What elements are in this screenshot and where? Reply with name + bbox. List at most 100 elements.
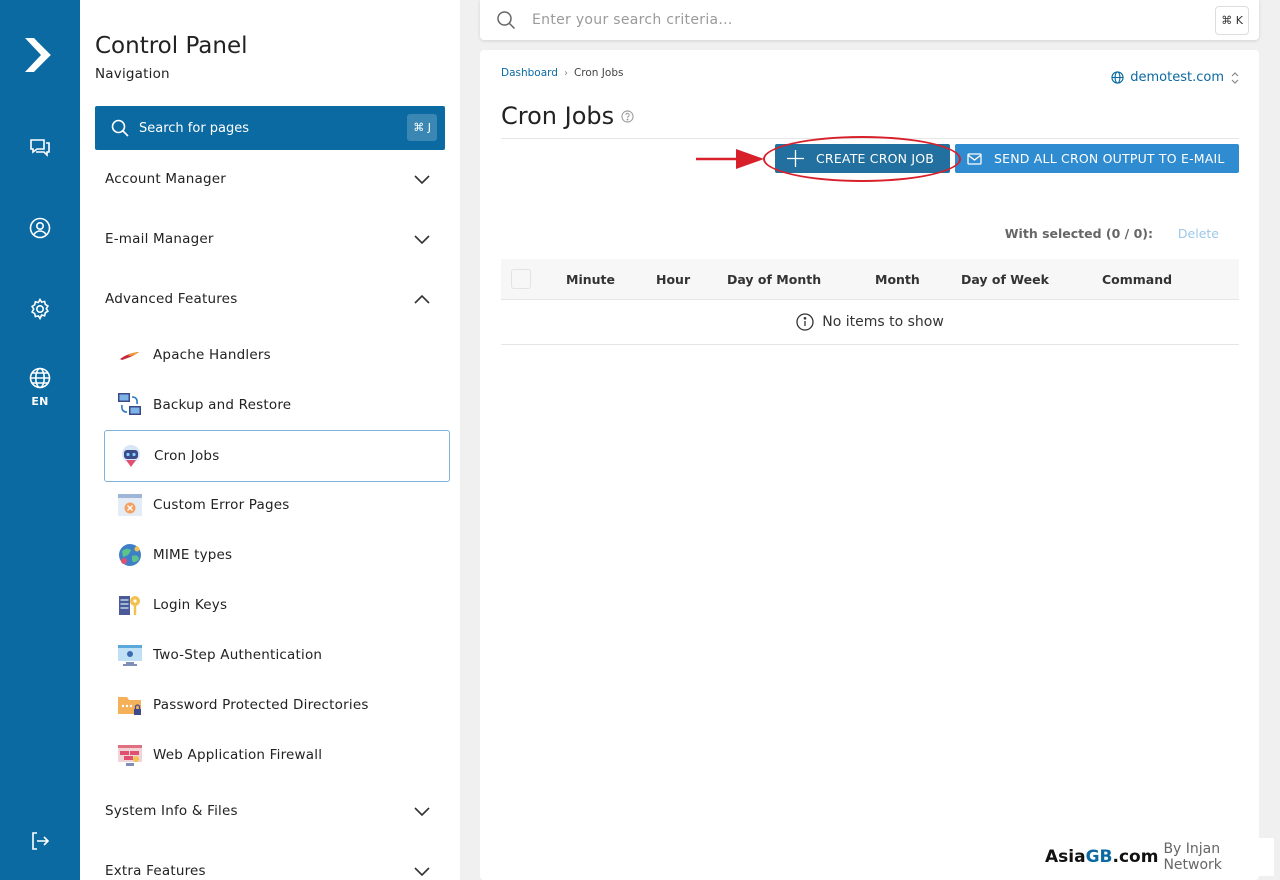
nav-item-label: Two-Step Authentication	[153, 647, 323, 663]
two-step-auth-icon	[117, 642, 143, 668]
nav-item-label: Web Application Firewall	[153, 747, 323, 763]
page-title: Cron Jobs	[501, 102, 615, 130]
nav-item-cron-jobs[interactable]: Cron Jobs	[104, 430, 450, 482]
chevron-up-icon	[414, 294, 430, 304]
nav-item-apache-handlers[interactable]: Apache Handlers	[104, 329, 450, 381]
info-icon	[796, 313, 814, 331]
domain-name: demotest.com	[1130, 70, 1224, 85]
envelope-icon	[967, 152, 982, 165]
watermark-part-1: Asia	[1045, 847, 1086, 867]
send-cron-output-label: SEND ALL CRON OUTPUT TO E-MAIL	[994, 151, 1225, 166]
shortcut-badge: ⌘ K	[1215, 6, 1249, 35]
section-email-manager[interactable]: E-mail Manager	[95, 219, 440, 259]
send-cron-output-button[interactable]: SEND ALL CRON OUTPUT TO E-MAIL	[955, 144, 1239, 173]
globe-icon	[1111, 71, 1124, 84]
globe-icon	[29, 367, 51, 389]
global-search-input[interactable]: Enter your search criteria... ⌘ K	[480, 0, 1259, 40]
create-cron-job-button[interactable]: CREATE CRON JOB	[775, 144, 950, 173]
global-search-placeholder: Enter your search criteria...	[532, 12, 733, 28]
shortcut-badge: ⌘ J	[407, 114, 437, 141]
watermark-part-2: GB	[1085, 847, 1113, 867]
logout-icon[interactable]	[0, 829, 80, 853]
breadcrumb-dashboard[interactable]: Dashboard	[501, 67, 558, 79]
column-header-day-of-week[interactable]: Day of Week	[961, 259, 1049, 300]
section-label: Advanced Features	[105, 291, 238, 307]
select-all-checkbox[interactable]	[511, 269, 531, 289]
language-code: EN	[31, 395, 49, 408]
empty-state: No items to show	[501, 300, 1239, 345]
nav-item-label: Custom Error Pages	[153, 497, 290, 513]
nav-item-mime-types[interactable]: MIME types	[104, 529, 450, 581]
nav-item-label: Apache Handlers	[153, 347, 271, 363]
user-icon[interactable]	[0, 216, 80, 240]
page-search-label: Search for pages	[139, 120, 250, 136]
navigation-panel: Control Panel Navigation Search for page…	[80, 0, 460, 880]
logo-icon[interactable]	[0, 36, 80, 74]
section-advanced-features[interactable]: Advanced Features	[95, 279, 440, 319]
key-icon	[117, 592, 143, 618]
nav-item-label: MIME types	[153, 547, 233, 563]
search-icon	[111, 119, 129, 137]
nav-item-label: Password Protected Directories	[153, 697, 369, 713]
section-label: Extra Features	[105, 863, 206, 879]
column-header-command[interactable]: Command	[1102, 259, 1172, 300]
nav-item-two-step-auth[interactable]: Two-Step Authentication	[104, 629, 450, 681]
column-header-hour[interactable]: Hour	[656, 259, 690, 300]
chevron-down-icon	[414, 234, 430, 244]
breadcrumb-current: Cron Jobs	[573, 67, 624, 79]
chevron-down-icon	[414, 866, 430, 876]
nav-item-password-dirs[interactable]: Password Protected Directories	[104, 679, 450, 731]
divider	[501, 138, 1239, 139]
annotation-arrow-icon	[696, 149, 764, 169]
column-header-month[interactable]: Month	[875, 259, 920, 300]
breadcrumb-separator-icon: ›	[563, 67, 568, 79]
cron-robot-icon	[118, 443, 144, 469]
page-search-button[interactable]: Search for pages ⌘ J	[95, 106, 445, 150]
section-label: E-mail Manager	[105, 231, 214, 247]
column-header-minute[interactable]: Minute	[566, 259, 615, 300]
language-selector[interactable]: EN	[0, 366, 80, 408]
search-icon	[497, 11, 516, 30]
nav-title: Control Panel	[95, 33, 248, 59]
column-header-day-of-month[interactable]: Day of Month	[727, 259, 821, 300]
section-extra-features[interactable]: Extra Features	[95, 851, 440, 880]
nav-item-label: Backup and Restore	[153, 397, 292, 413]
section-label: Account Manager	[105, 171, 226, 187]
icon-rail: EN	[0, 0, 80, 880]
nav-item-label: Login Keys	[153, 597, 228, 613]
watermark-part-3: .com	[1112, 847, 1159, 867]
gear-icon[interactable]	[0, 297, 80, 321]
domain-selector[interactable]: demotest.com	[1111, 70, 1239, 85]
nav-item-backup-restore[interactable]: Backup and Restore	[104, 379, 450, 431]
nav-item-waf[interactable]: Web Application Firewall	[104, 729, 450, 781]
firewall-icon	[117, 742, 143, 768]
nav-item-login-keys[interactable]: Login Keys	[104, 579, 450, 631]
chevron-updown-icon	[1231, 71, 1239, 84]
nav-subtitle: Navigation	[95, 66, 170, 82]
section-label: System Info & Files	[105, 803, 238, 819]
plus-icon	[787, 150, 804, 167]
help-icon[interactable]	[621, 109, 634, 123]
delete-selected-button[interactable]: Delete	[1178, 226, 1219, 241]
chat-icon[interactable]	[0, 135, 80, 159]
locked-folder-icon	[117, 692, 143, 718]
apache-feather-icon	[117, 342, 143, 368]
main-content: Dashboard › Cron Jobs demotest.com Cron …	[480, 50, 1259, 880]
nav-item-custom-error-pages[interactable]: Custom Error Pages	[104, 479, 450, 531]
watermark-byline: By Injan Network	[1163, 841, 1222, 873]
section-system-info[interactable]: System Info & Files	[95, 791, 440, 831]
section-account-manager[interactable]: Account Manager	[95, 159, 440, 199]
error-page-icon	[117, 492, 143, 518]
breadcrumb: Dashboard › Cron Jobs	[501, 67, 623, 79]
chevron-down-icon	[414, 806, 430, 816]
page-title-wrap: Cron Jobs	[501, 102, 634, 130]
chevron-down-icon	[414, 174, 430, 184]
watermark: Asia GB .com By Injan Network	[1040, 838, 1274, 876]
empty-state-text: No items to show	[822, 314, 944, 330]
nav-item-label: Cron Jobs	[154, 448, 220, 464]
mime-globe-icon	[117, 542, 143, 568]
backup-icon	[117, 392, 143, 418]
create-cron-job-label: CREATE CRON JOB	[816, 151, 935, 166]
with-selected-label: With selected (0 / 0):	[1004, 226, 1153, 241]
table-header: Minute Hour Day of Month Month Day of We…	[501, 259, 1239, 300]
